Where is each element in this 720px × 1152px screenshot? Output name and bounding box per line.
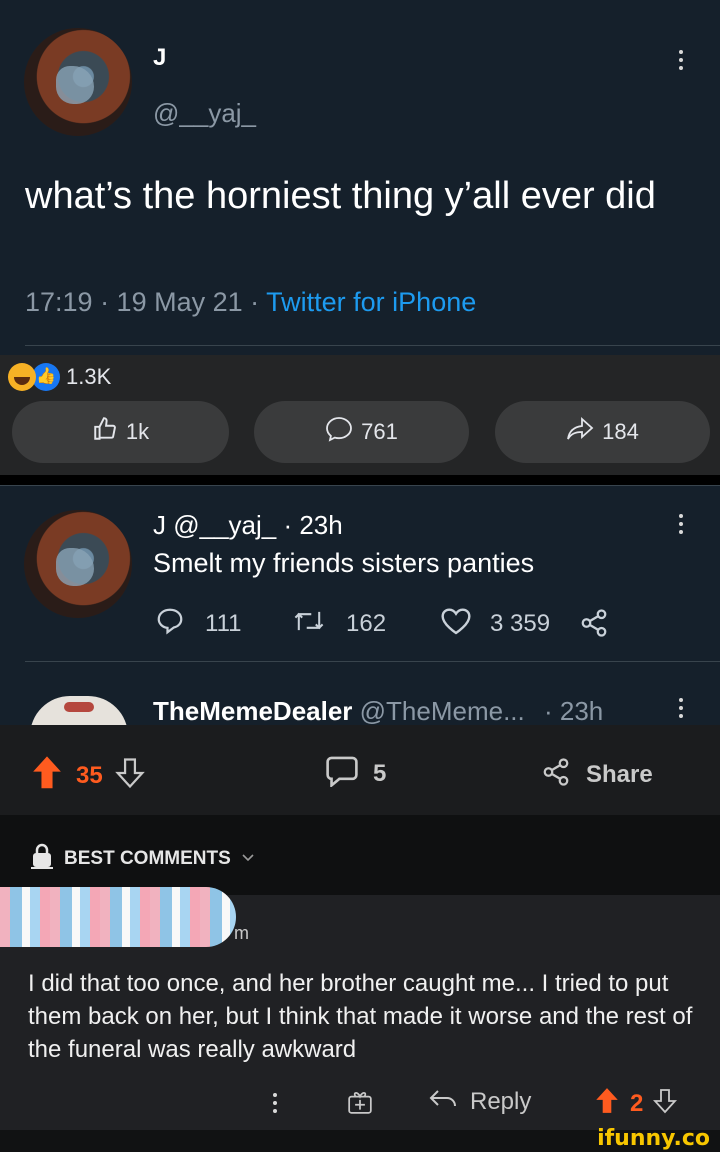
best-comments-bar: BEST COMMENTS [0,815,720,895]
handle: @__yaj_ [153,98,257,128]
share-control[interactable]: Share [540,757,653,792]
divider [25,345,720,346]
upvote-count: 35 [76,761,103,789]
share-button[interactable]: 184 [495,401,710,463]
add-gift-icon[interactable] [347,1089,373,1120]
comment-button[interactable]: 761 [254,401,469,463]
next-tweet-header: TheMemeDealer @TheMeme... · 23h [153,696,603,727]
chevron-down-icon [241,850,255,868]
like-count: 3 359 [490,609,551,637]
comment-bubble-icon [325,755,359,792]
haha-reaction-icon [8,363,36,391]
comments-control[interactable]: 5 [325,755,386,792]
redacted-user [0,887,236,947]
downvote-arrow-icon[interactable] [114,757,145,794]
best-comments-sort[interactable]: BEST COMMENTS [30,843,255,874]
tweet-source-link[interactable]: Twitter for iPhone [266,287,476,317]
comment-icon [325,416,353,448]
retweet-count: 162 [346,609,387,637]
upvote-arrow-icon[interactable] [30,755,64,796]
more-options-icon[interactable] [678,698,684,718]
ifunny-action-bar: 35 5 Share [0,725,720,815]
comment-count: 761 [361,419,398,444]
reaction-count: 1.3K [66,364,112,389]
tweet-timestamp: 17:19 · 19 May 21 · [25,287,267,317]
like-count: 1k [125,419,150,444]
divider [25,661,720,662]
share-nodes-icon [540,757,572,792]
like-action[interactable]: 3 359 [440,606,550,641]
avatar[interactable] [24,28,132,136]
avatar[interactable] [24,510,132,618]
next-display-name: TheMemeDealer [153,696,353,726]
tweet-card: J @__yaj_ what’s the horniest thing y’al… [0,0,720,355]
downvote-arrow-icon[interactable] [653,1088,678,1119]
reply-count: 111 [205,609,242,637]
more-options-icon[interactable] [678,514,684,534]
share-count: 184 [602,419,639,444]
comment-vote-control[interactable]: 2 [594,1087,678,1120]
reply-action[interactable]: 111 [155,606,241,641]
reply-tweet-card: J @__yaj_ · 23h Smelt my friends sisters… [0,485,720,736]
upvote-control[interactable]: 35 [30,755,145,796]
next-handle: @TheMeme... [359,696,525,726]
lock-icon [30,843,54,874]
share-label: Share [586,760,653,788]
like-button[interactable]: 1k [12,401,229,463]
best-comments-label: BEST COMMENTS [64,847,231,869]
more-options-icon[interactable] [678,50,684,70]
retweet-action[interactable]: 162 [292,606,386,641]
reply-header: J @__yaj_ · 23h [153,510,343,540]
facebook-reaction-bar: 👍 1.3K 1k 761 184 [0,355,720,475]
section-separator [0,475,720,485]
heart-icon [440,606,472,641]
reply-icon [155,606,185,641]
comments-count: 5 [373,759,387,787]
share-nodes-icon[interactable] [578,608,610,643]
reply-button[interactable]: Reply [428,1087,531,1116]
comment-username-tail: m [234,923,249,943]
ifunny-watermark: ifunny.co [0,1126,720,1152]
reply-label: Reply [470,1087,532,1115]
reactions-summary[interactable]: 👍 1.3K [8,363,111,391]
watermark-text: ifunny.co [597,1126,710,1151]
tweet-meta: 17:19 · 19 May 21 · Twitter for iPhone [25,287,476,318]
comment-more-icon[interactable] [272,1093,278,1113]
share-arrow-icon [566,416,594,447]
comment-text: I did that too once, and her brother cau… [28,970,693,1063]
reply-text: Smelt my friends sisters panties [153,548,535,578]
comment-score: 2 [630,1089,644,1117]
next-time: · 23h [544,696,604,726]
tweet-text: what’s the horniest thing y’all ever did [25,175,656,217]
display-name: J [153,44,167,71]
like-reaction-icon: 👍 [32,363,60,391]
retweet-icon [292,606,326,641]
upvote-arrow-icon[interactable] [594,1087,620,1120]
comment-card: m I did that too once, and her brother c… [0,887,720,1130]
thumbs-up-icon [92,416,118,448]
reply-arrow-icon [428,1087,458,1116]
